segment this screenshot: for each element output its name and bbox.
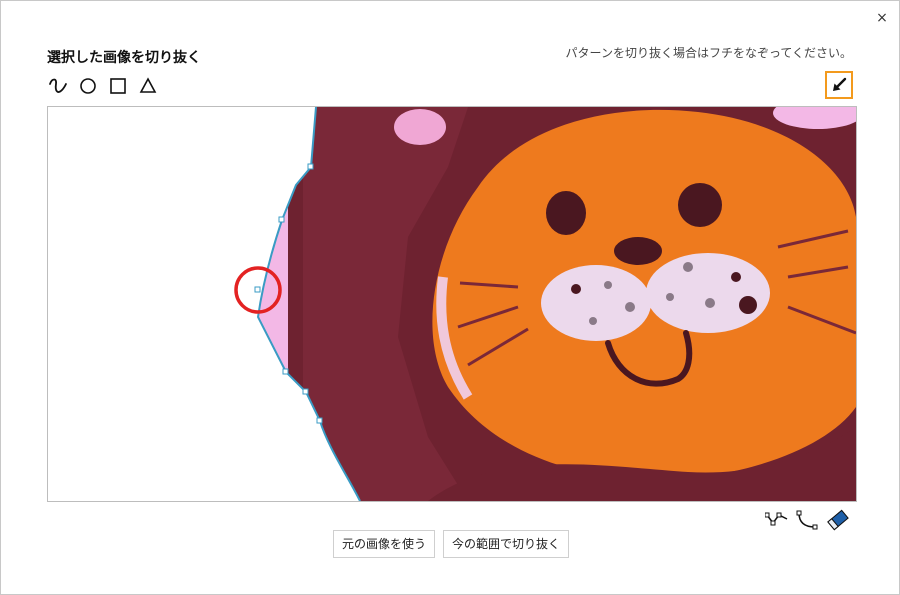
edit-toolbar (765, 508, 851, 532)
instruction-text: パターンを切り抜く場合はフチをなぞってください。 (565, 46, 852, 60)
freehand-curve-icon[interactable] (47, 75, 69, 97)
crop-dialog: × 選択した画像を切り抜く パターンを切り抜く場合はフチをなぞってください。 元… (0, 0, 900, 595)
crop-canvas[interactable] (47, 106, 857, 502)
selection-node[interactable] (302, 388, 309, 395)
node-edit-icon[interactable] (765, 508, 791, 532)
crop-image (234, 107, 856, 501)
crop-current-button[interactable]: 今の範囲で切り抜く (443, 530, 570, 558)
arrow-down-left-icon (833, 77, 847, 91)
circle-icon[interactable] (77, 75, 99, 97)
triangle-icon[interactable] (137, 75, 159, 97)
selection-node[interactable] (254, 286, 261, 293)
square-icon[interactable] (107, 75, 129, 97)
selection-node[interactable] (316, 417, 323, 424)
use-original-button[interactable]: 元の画像を使う (333, 530, 436, 558)
dialog-title: 選択した画像を切り抜く (47, 50, 201, 66)
selection-node[interactable] (307, 163, 314, 170)
close-button[interactable]: × (873, 9, 891, 27)
eraser-icon[interactable] (825, 508, 851, 532)
selection-node[interactable] (278, 216, 285, 223)
shape-toolbar (47, 75, 159, 97)
selection-node[interactable] (282, 368, 289, 375)
lion-painting (288, 107, 856, 501)
curve-node-icon[interactable] (795, 508, 821, 532)
select-arrow-button[interactable] (825, 71, 853, 99)
